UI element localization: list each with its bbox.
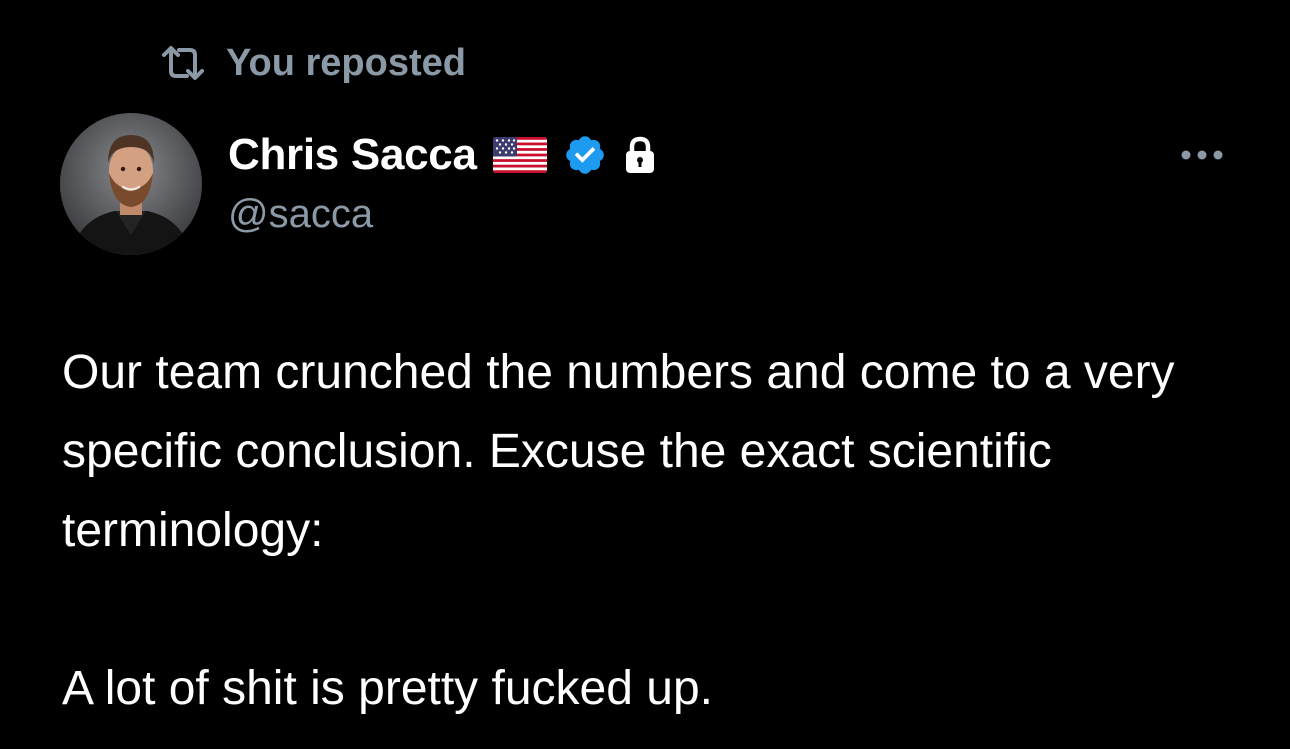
author-display-name[interactable]: Chris Sacca <box>228 130 477 180</box>
avatar[interactable] <box>60 113 202 255</box>
tweet-paragraph: Our team crunched the numbers and come t… <box>62 346 1175 557</box>
more-options-icon <box>1180 149 1224 161</box>
repost-label: You reposted <box>226 41 466 84</box>
tweet-text: Our team crunched the numbers and come t… <box>62 333 1252 728</box>
verified-badge-icon[interactable] <box>563 133 607 177</box>
author-name-row: Chris Sacca <box>228 127 657 183</box>
lock-icon <box>623 135 657 175</box>
tweet-paragraph: A lot of shit is pretty fucked up. <box>62 662 713 715</box>
us-flag-icon <box>492 137 547 173</box>
repost-indicator[interactable]: You reposted <box>160 38 466 88</box>
repost-icon <box>160 45 206 81</box>
more-options-button[interactable] <box>1172 140 1232 170</box>
author-handle[interactable]: @sacca <box>228 192 373 237</box>
